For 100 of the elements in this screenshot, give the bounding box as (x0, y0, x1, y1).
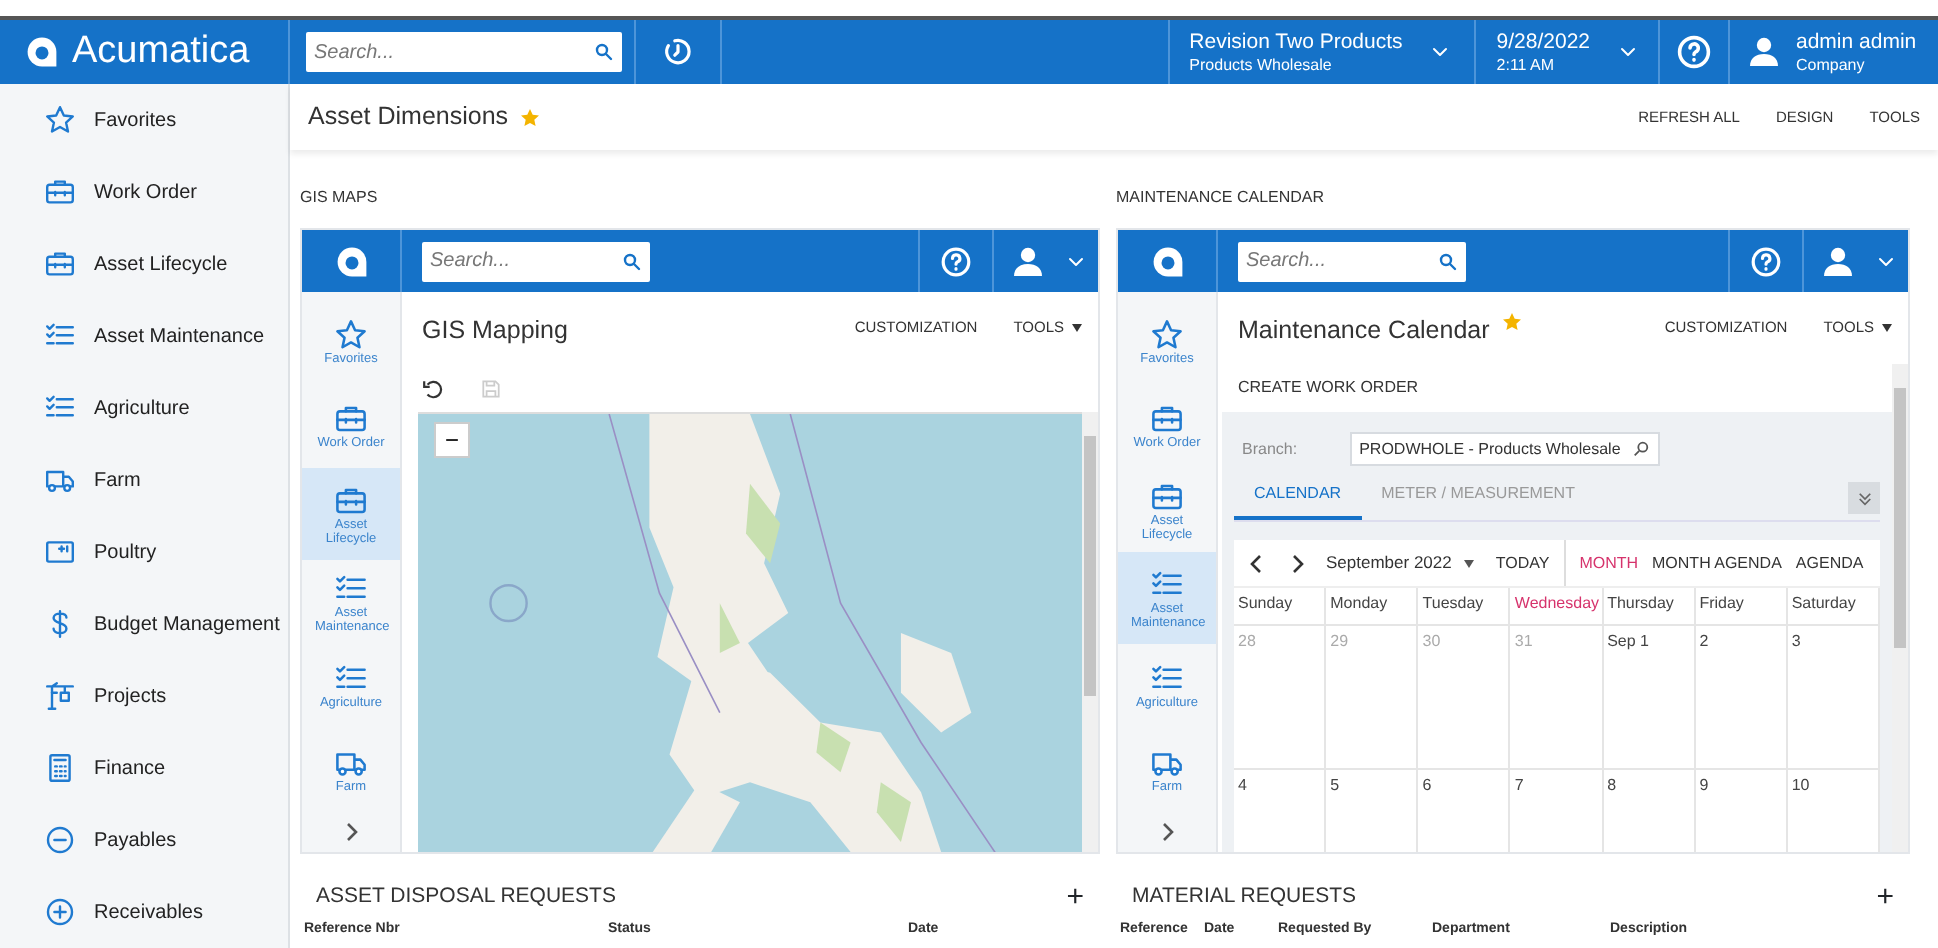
star-icon (1150, 318, 1184, 352)
scrollbar[interactable] (1082, 412, 1098, 852)
sidebar-item[interactable]: Receivables (0, 876, 288, 948)
sidebar-item[interactable]: Agriculture (0, 372, 288, 444)
month-selector[interactable]: September 2022 (1326, 550, 1474, 576)
zoom-out-button[interactable]: − (434, 422, 470, 458)
day-number[interactable]: 8 (1607, 776, 1617, 794)
favorite-star-icon[interactable] (1501, 312, 1522, 332)
day-number[interactable]: 2 (1699, 632, 1709, 650)
branch-field[interactable]: PRODWHOLE - Products Wholesale (1349, 432, 1661, 466)
weekday-header: Wednesday (1510, 588, 1604, 626)
widget-title: Maintenance Calendar (1238, 314, 1490, 348)
add-button[interactable]: + (1876, 884, 1894, 912)
briefcase-icon (1150, 479, 1184, 513)
help-icon (1676, 34, 1712, 70)
weekday-header: Sunday (1234, 588, 1327, 626)
chevron-left-icon[interactable] (1250, 553, 1264, 573)
weekday-header: Saturday (1787, 588, 1880, 626)
search-field[interactable]: Search... (1238, 241, 1466, 281)
favorite-star-icon[interactable] (520, 107, 541, 127)
sidebar-item[interactable]: Work Order (0, 156, 288, 228)
star-icon (334, 318, 368, 352)
chevron-right-icon[interactable] (343, 822, 359, 842)
branch-name: Products Wholesale (1189, 53, 1334, 75)
undo-icon[interactable] (422, 377, 444, 399)
scrollbar[interactable] (1892, 364, 1908, 852)
section-title: MATERIAL REQUESTS (1132, 882, 1357, 913)
sidebar-item[interactable]: Farm (0, 444, 288, 516)
chevron-right-icon[interactable] (1290, 553, 1304, 573)
sidebar-item[interactable]: Favorites (0, 84, 288, 156)
tab[interactable]: CALENDAR (1234, 482, 1362, 520)
view-tab[interactable]: MONTH AGENDA (1652, 551, 1782, 575)
briefcase-icon (334, 483, 368, 517)
logo-icon (24, 34, 60, 70)
user-icon (1750, 36, 1778, 68)
chevron-right-icon[interactable] (1159, 822, 1175, 842)
search-field[interactable]: Search... (306, 32, 622, 72)
section-title: ASSET DISPOSAL REQUESTS (316, 882, 616, 913)
weekday-header: Tuesday (1418, 588, 1511, 626)
today-button[interactable]: TODAY (1495, 540, 1566, 586)
day-number[interactable]: 7 (1514, 776, 1524, 794)
briefcase-icon (44, 176, 76, 208)
briefcase-icon (334, 402, 368, 436)
widget-caption: MAINTENANCE CALENDAR (1116, 186, 1327, 210)
day-number[interactable]: 6 (1422, 776, 1432, 794)
sidebar-item[interactable]: Payables (0, 804, 288, 876)
day-number[interactable]: 3 (1791, 632, 1801, 650)
logo-icon (333, 243, 369, 279)
weekday-header: Friday (1695, 588, 1788, 626)
user-company: Company (1796, 53, 1867, 75)
chevron-down-icon (1618, 42, 1638, 62)
help-icon (940, 245, 972, 277)
sidebar-item[interactable]: Finance (0, 732, 288, 804)
toolbar-button[interactable]: CREATE WORK ORDER (1238, 376, 1419, 400)
view-tab[interactable]: MONTH (1579, 551, 1639, 575)
plus-circle-icon (44, 896, 76, 928)
sidebar-item[interactable]: Poultry (0, 516, 288, 588)
user-icon (1824, 245, 1852, 277)
view-tab[interactable]: AGENDA (1795, 551, 1864, 575)
add-button[interactable]: + (1066, 884, 1084, 912)
caret-icon (1072, 323, 1082, 332)
double-chevron-icon (1857, 491, 1871, 505)
briefcase-icon (44, 248, 76, 280)
crane-icon (44, 680, 76, 712)
sidebar-item[interactable]: Asset Lifecycle (0, 228, 288, 300)
day-number[interactable]: 9 (1699, 776, 1709, 794)
briefcase-icon (1150, 402, 1184, 436)
page-title: Asset Dimensions (308, 100, 509, 135)
collapse-button[interactable] (1848, 482, 1880, 514)
sidebar-item[interactable]: Budget Management (0, 588, 288, 660)
company-name: Revision Two Products (1189, 29, 1403, 53)
caret-icon (1882, 323, 1892, 332)
caret-icon (1463, 559, 1474, 567)
search-icon (1632, 440, 1651, 458)
logo-text: Acumatica (72, 27, 250, 76)
calculator-icon (44, 752, 76, 784)
date-text: 9/28/2022 (1496, 29, 1590, 53)
history-icon (662, 36, 694, 68)
day-number[interactable]: Sep 1 (1607, 632, 1649, 650)
chevron-down-icon (1430, 42, 1451, 62)
time-text: 2:11 AM (1496, 53, 1557, 75)
sidebar-item[interactable]: Projects (0, 660, 288, 732)
day-number[interactable]: 4 (1238, 776, 1247, 794)
weekday-header: Monday (1326, 588, 1419, 626)
logo-icon (1149, 243, 1185, 279)
widget-title: GIS Mapping (422, 314, 568, 348)
company-selector[interactable]: Revision Two Products Products Wholesale (1169, 20, 1477, 84)
weekday-header: Thursday (1603, 588, 1696, 626)
card-icon (44, 536, 76, 568)
user-name: admin admin (1796, 29, 1917, 53)
help-icon (1750, 245, 1782, 277)
user-icon (1014, 245, 1042, 277)
search-field[interactable]: Search... (422, 241, 650, 281)
day-number[interactable]: 5 (1330, 776, 1340, 794)
minus-circle-icon (44, 824, 76, 856)
sidebar-item[interactable]: Asset Maintenance (0, 300, 288, 372)
widget-caption: GIS MAPS (300, 186, 380, 210)
date-selector[interactable]: 9/28/2022 2:11 AM (1476, 20, 1660, 84)
star-icon (44, 104, 76, 136)
day-number[interactable]: 10 (1791, 776, 1810, 794)
